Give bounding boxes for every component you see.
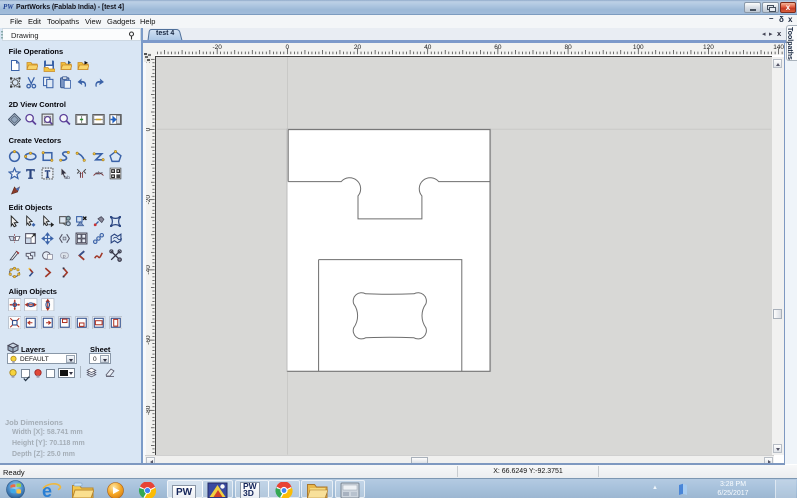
svg-text:60: 60 (494, 44, 502, 51)
svg-text:0: 0 (146, 127, 152, 131)
svg-text:-20: -20 (212, 44, 222, 51)
svg-text:140: 140 (773, 44, 784, 51)
svg-text:80: 80 (564, 44, 572, 51)
svg-text:ab: ab (65, 174, 71, 179)
svg-text:-40: -40 (146, 265, 152, 275)
svg-text:40: 40 (424, 44, 432, 51)
svg-text:100: 100 (633, 44, 644, 51)
svg-text:-80: -80 (146, 405, 152, 415)
svg-text:p: p (63, 254, 66, 259)
svg-text:20: 20 (354, 44, 362, 51)
svg-text:-20: -20 (146, 195, 152, 205)
svg-text:0: 0 (286, 44, 290, 51)
svg-text:abc: abc (95, 170, 103, 176)
svg-text:-60: -60 (146, 335, 152, 345)
svg-text:120: 120 (703, 44, 714, 51)
